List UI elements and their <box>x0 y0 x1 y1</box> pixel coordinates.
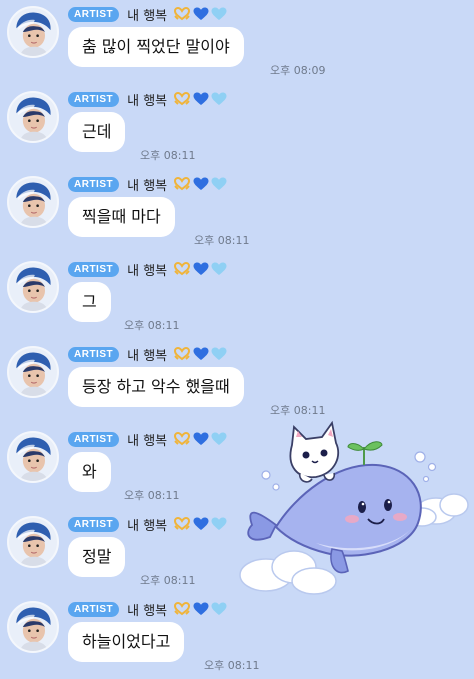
sender-name[interactable]: 내 행복 <box>127 90 167 109</box>
whale-with-cat-icon <box>239 420 469 595</box>
avatar[interactable] <box>7 176 59 228</box>
message-time: 오후 08:11 <box>194 234 250 247</box>
profile-photo-icon <box>9 8 57 56</box>
blue-heart-icon <box>193 432 209 445</box>
message-bubble[interactable]: 근데 <box>68 112 126 152</box>
blue-heart-icon <box>193 602 209 615</box>
heart-hands-icon <box>174 347 191 361</box>
light-blue-heart-icon <box>211 517 227 530</box>
message-header: ARTIST 내 행복 <box>68 89 227 109</box>
blue-heart-icon <box>193 92 209 105</box>
blue-heart-icon <box>193 347 209 360</box>
profile-photo-icon <box>9 178 57 226</box>
sender-name[interactable]: 내 행복 <box>127 175 167 194</box>
message-header: ARTIST 내 행복 <box>68 429 227 449</box>
message-header: ARTIST 내 행복 <box>68 599 227 619</box>
blue-heart-icon <box>193 177 209 190</box>
light-blue-heart-icon <box>211 92 227 105</box>
message-bubble[interactable]: 춤 많이 찍었단 말이야 <box>68 27 244 67</box>
message-time: 오후 08:11 <box>140 149 196 162</box>
message-bubble[interactable]: 등장 하고 악수 했을때 <box>68 367 244 407</box>
profile-photo-icon <box>9 518 57 566</box>
blue-heart-icon <box>193 7 209 20</box>
message-bubble[interactable]: 그 <box>68 282 111 322</box>
artist-badge: ARTIST <box>68 601 120 617</box>
sender-name[interactable]: 내 행복 <box>127 515 167 534</box>
heart-hands-icon <box>174 177 191 191</box>
message-row: ARTIST 내 행복 춤 많이 찍었단 말이야 오후 08:09 <box>0 0 474 84</box>
name-emoji-group <box>173 347 227 361</box>
message-header: ARTIST 내 행복 <box>68 259 227 279</box>
sender-name[interactable]: 내 행복 <box>127 600 167 619</box>
message-row: ARTIST 내 행복 하늘이었다고 오후 08:11 <box>0 595 474 679</box>
sender-name[interactable]: 내 행복 <box>127 345 167 364</box>
artist-badge: ARTIST <box>68 91 120 107</box>
profile-photo-icon <box>9 93 57 141</box>
artist-badge: ARTIST <box>68 6 120 22</box>
sender-name[interactable]: 내 행복 <box>127 260 167 279</box>
sender-name[interactable]: 내 행복 <box>127 430 167 449</box>
blue-heart-icon <box>193 262 209 275</box>
avatar[interactable] <box>7 91 59 143</box>
message-time: 오후 08:09 <box>270 64 326 77</box>
message-header: ARTIST 내 행복 <box>68 174 227 194</box>
message-time: 오후 08:11 <box>124 489 180 502</box>
message-header: ARTIST 내 행복 <box>68 514 227 534</box>
message-row: ARTIST 내 행복 그 오후 08:11 <box>0 255 474 339</box>
heart-hands-icon <box>174 517 191 531</box>
heart-hands-icon <box>174 7 191 21</box>
heart-hands-icon <box>174 432 191 446</box>
avatar[interactable] <box>7 431 59 483</box>
artist-badge: ARTIST <box>68 176 120 192</box>
message-bubble[interactable]: 와 <box>68 452 111 492</box>
avatar[interactable] <box>7 346 59 398</box>
light-blue-heart-icon <box>211 177 227 190</box>
heart-hands-icon <box>174 262 191 276</box>
name-emoji-group <box>173 262 227 276</box>
light-blue-heart-icon <box>211 262 227 275</box>
name-emoji-group <box>173 92 227 106</box>
message-row: ARTIST 내 행복 찍을때 마다 오후 08:11 <box>0 170 474 254</box>
name-emoji-group <box>173 602 227 616</box>
name-emoji-group <box>173 177 227 191</box>
artist-badge: ARTIST <box>68 516 120 532</box>
light-blue-heart-icon <box>211 432 227 445</box>
blue-heart-icon <box>193 517 209 530</box>
message-header: ARTIST 내 행복 <box>68 344 227 364</box>
sender-name[interactable]: 내 행복 <box>127 5 167 24</box>
profile-photo-icon <box>9 263 57 311</box>
avatar[interactable] <box>7 261 59 313</box>
artist-badge: ARTIST <box>68 346 120 362</box>
profile-photo-icon <box>9 348 57 396</box>
whale-sticker <box>236 415 472 605</box>
message-header: ARTIST 내 행복 <box>68 4 227 24</box>
name-emoji-group <box>173 517 227 531</box>
name-emoji-group <box>173 7 227 21</box>
name-emoji-group <box>173 432 227 446</box>
artist-badge: ARTIST <box>68 431 120 447</box>
message-row: ARTIST 내 행복 근데 오후 08:11 <box>0 85 474 169</box>
message-bubble[interactable]: 하늘이었다고 <box>68 622 185 662</box>
heart-hands-icon <box>174 602 191 616</box>
message-time: 오후 08:11 <box>124 319 180 332</box>
message-row: ARTIST 내 행복 등장 하고 악수 했을때 오후 08:11 <box>0 340 474 424</box>
profile-photo-icon <box>9 603 57 651</box>
message-bubble[interactable]: 정말 <box>68 537 126 577</box>
message-time: 오후 08:11 <box>204 659 260 672</box>
artist-badge: ARTIST <box>68 261 120 277</box>
message-time: 오후 08:11 <box>140 574 196 587</box>
profile-photo-icon <box>9 433 57 481</box>
avatar[interactable] <box>7 516 59 568</box>
avatar[interactable] <box>7 601 59 653</box>
message-bubble[interactable]: 찍을때 마다 <box>68 197 175 237</box>
heart-hands-icon <box>174 92 191 106</box>
light-blue-heart-icon <box>211 347 227 360</box>
light-blue-heart-icon <box>211 602 227 615</box>
avatar[interactable] <box>7 6 59 58</box>
light-blue-heart-icon <box>211 7 227 20</box>
